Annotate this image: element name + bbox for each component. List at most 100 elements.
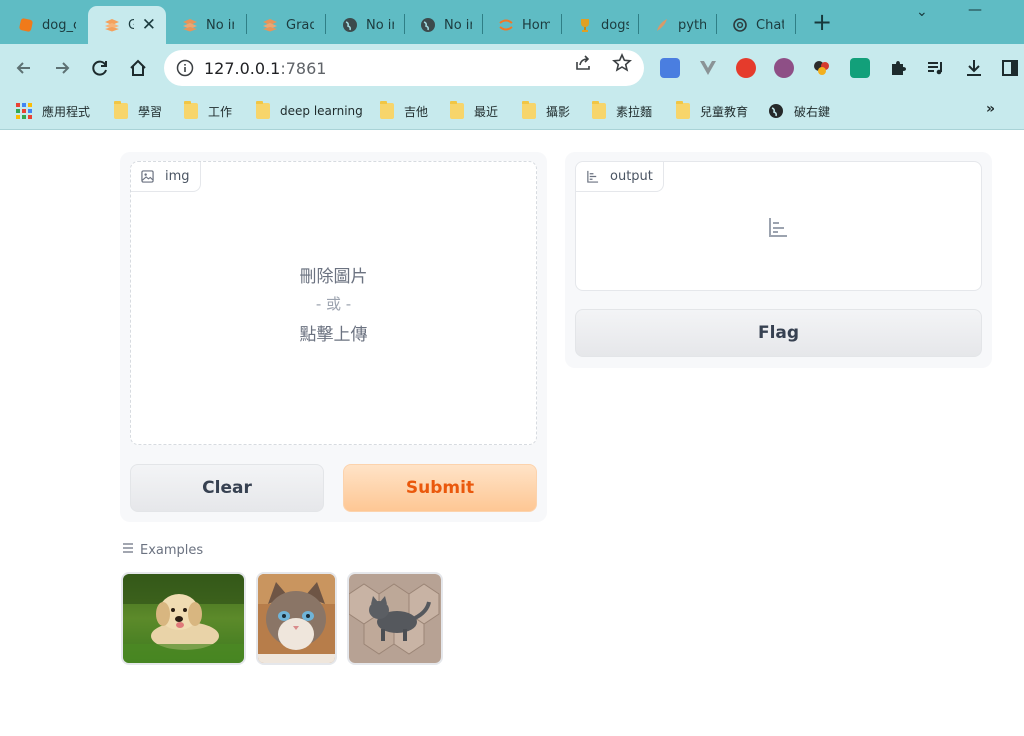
output-label: output [576,162,664,192]
jupyter-icon [498,17,514,33]
reload-icon [92,60,107,76]
example-golden-retriever-puppy[interactable] [121,572,246,665]
folder-icon [592,101,606,119]
bookmark-star-icon[interactable] [612,53,632,73]
tab-no-index-3[interactable]: No in [404,6,482,44]
orange-square-icon [18,17,34,33]
translate-extension-icon[interactable] [660,58,680,78]
folder-icon [450,101,464,119]
download-icon[interactable] [964,58,984,78]
forward-button[interactable] [50,56,74,80]
share-icon[interactable] [574,53,594,73]
tab-title: No in [366,17,394,33]
bookmark-folder-photography[interactable]: 攝影 [522,101,571,120]
tab-gradio-2[interactable]: Gradi [246,6,324,44]
gradio-icon [104,17,120,33]
bookmark-apps[interactable]: 應用程式 [16,102,90,120]
click-upload-text: 點擊上傳 [299,325,368,345]
bookmark-label: 攝影 [546,104,571,119]
bookmark-folder-deep-learning[interactable]: deep learning [256,101,363,120]
url-port: :7861 [280,58,327,78]
tab-dog-c[interactable]: dog_c [2,6,86,44]
new-tab-button[interactable]: + [808,8,836,36]
media-control-icon[interactable] [926,58,946,78]
examples-header: Examples [122,542,203,558]
tab-gradio-active[interactable]: G ✕ [88,6,166,44]
reload-button[interactable] [88,56,112,80]
tab-python[interactable]: pytho [638,6,716,44]
tab-no-index-1[interactable]: No in [166,6,244,44]
bookmarks-overflow-button[interactable]: » [986,101,995,117]
gradio-icon [262,17,278,33]
clear-button[interactable]: Clear [130,464,324,512]
bookmark-right-click[interactable]: 破右鍵 [768,102,830,120]
purple-extension-icon[interactable] [774,58,794,78]
bookmark-folder-ramen[interactable]: 素拉麵 [592,101,653,120]
address-bar[interactable]: 127.0.0.1:7861 [164,50,644,86]
tab-jupyter-home[interactable]: Home [482,6,560,44]
bookmark-label: 吉他 [404,104,429,119]
address-url: 127.0.0.1:7861 [204,59,326,78]
tab-title: G [128,17,134,33]
feather-icon [654,17,670,33]
browser-toolbar: 127.0.0.1:7861 [0,44,1024,92]
bookmark-folder-guitar[interactable]: 吉他 [380,101,429,120]
input-panel: img 刪除圖片 - 或 - 點擊上傳 Clear Submit [120,152,547,522]
site-info-icon[interactable] [176,59,194,77]
arrow-right-icon [56,62,70,74]
tab-dogs[interactable]: dogs [561,6,639,44]
example-grey-kitten[interactable] [347,572,443,665]
side-panel-icon[interactable] [1000,58,1020,78]
minimize-button[interactable]: — [968,2,982,18]
examples-title-text: Examples [140,542,204,558]
submit-button[interactable]: Submit [343,464,537,512]
home-button[interactable] [126,56,150,80]
bookmark-label: deep learning [280,104,363,118]
tab-search-button[interactable]: ⌄ [916,4,928,20]
tab-title: dog_c [42,17,76,33]
bookmark-label: 工作 [208,104,233,119]
bookmarks-bar: 應用程式 學習 工作 deep learning 吉他 最近 攝影 素拉麵 兒童… [0,92,1024,130]
bookmark-folder-work[interactable]: 工作 [184,101,233,120]
extensions-puzzle-icon[interactable] [888,58,908,78]
example-tabby-kitten[interactable] [256,572,337,665]
folder-icon [256,101,270,119]
arrow-left-icon [16,62,30,74]
back-button[interactable] [12,56,36,80]
openai-icon [732,17,748,33]
bookmark-label: 破右鍵 [794,104,831,119]
tab-title: Home [522,17,550,33]
tab-title: pytho [678,17,706,33]
list-icon [122,542,134,558]
folder-icon [676,101,690,119]
output-label-text: output [610,169,653,184]
close-tab-icon[interactable]: ✕ [142,15,156,35]
tab-title: No in [444,17,472,33]
globe-icon [342,17,358,33]
globe-icon [420,17,436,33]
chatgpt-extension-icon[interactable] [850,58,870,78]
bookmark-folder-learning[interactable]: 學習 [114,101,163,120]
tab-strip: dog_c G ✕ No in Gradi No in No in [0,0,1024,44]
image-upload-dropzone[interactable]: img 刪除圖片 - 或 - 點擊上傳 [130,161,537,445]
bookmark-folder-kids-education[interactable]: 兒童教育 [676,101,749,120]
tab-no-index-2[interactable]: No in [326,6,404,44]
image-icon [141,170,155,184]
lightning-extension-icon[interactable] [736,58,756,78]
output-box: output [575,161,982,291]
image-label-text: img [165,169,190,184]
bookmark-folder-recent[interactable]: 最近 [450,101,498,120]
bar-chart-icon [586,170,600,184]
folder-icon [380,101,394,119]
bookmark-label: 兒童教育 [700,104,749,119]
tab-chat[interactable]: Chat [716,6,794,44]
home-icon [130,59,146,76]
flag-button[interactable]: Flag [575,309,982,357]
vue-extension-icon[interactable] [698,58,718,78]
colored-balls-extension-icon[interactable] [812,58,832,78]
empty-label-icon [767,216,789,242]
tab-title: Gradi [286,17,314,33]
bookmark-label: 素拉麵 [616,104,653,119]
tab-title: Chat [756,17,784,33]
bookmark-label: 學習 [138,104,163,119]
